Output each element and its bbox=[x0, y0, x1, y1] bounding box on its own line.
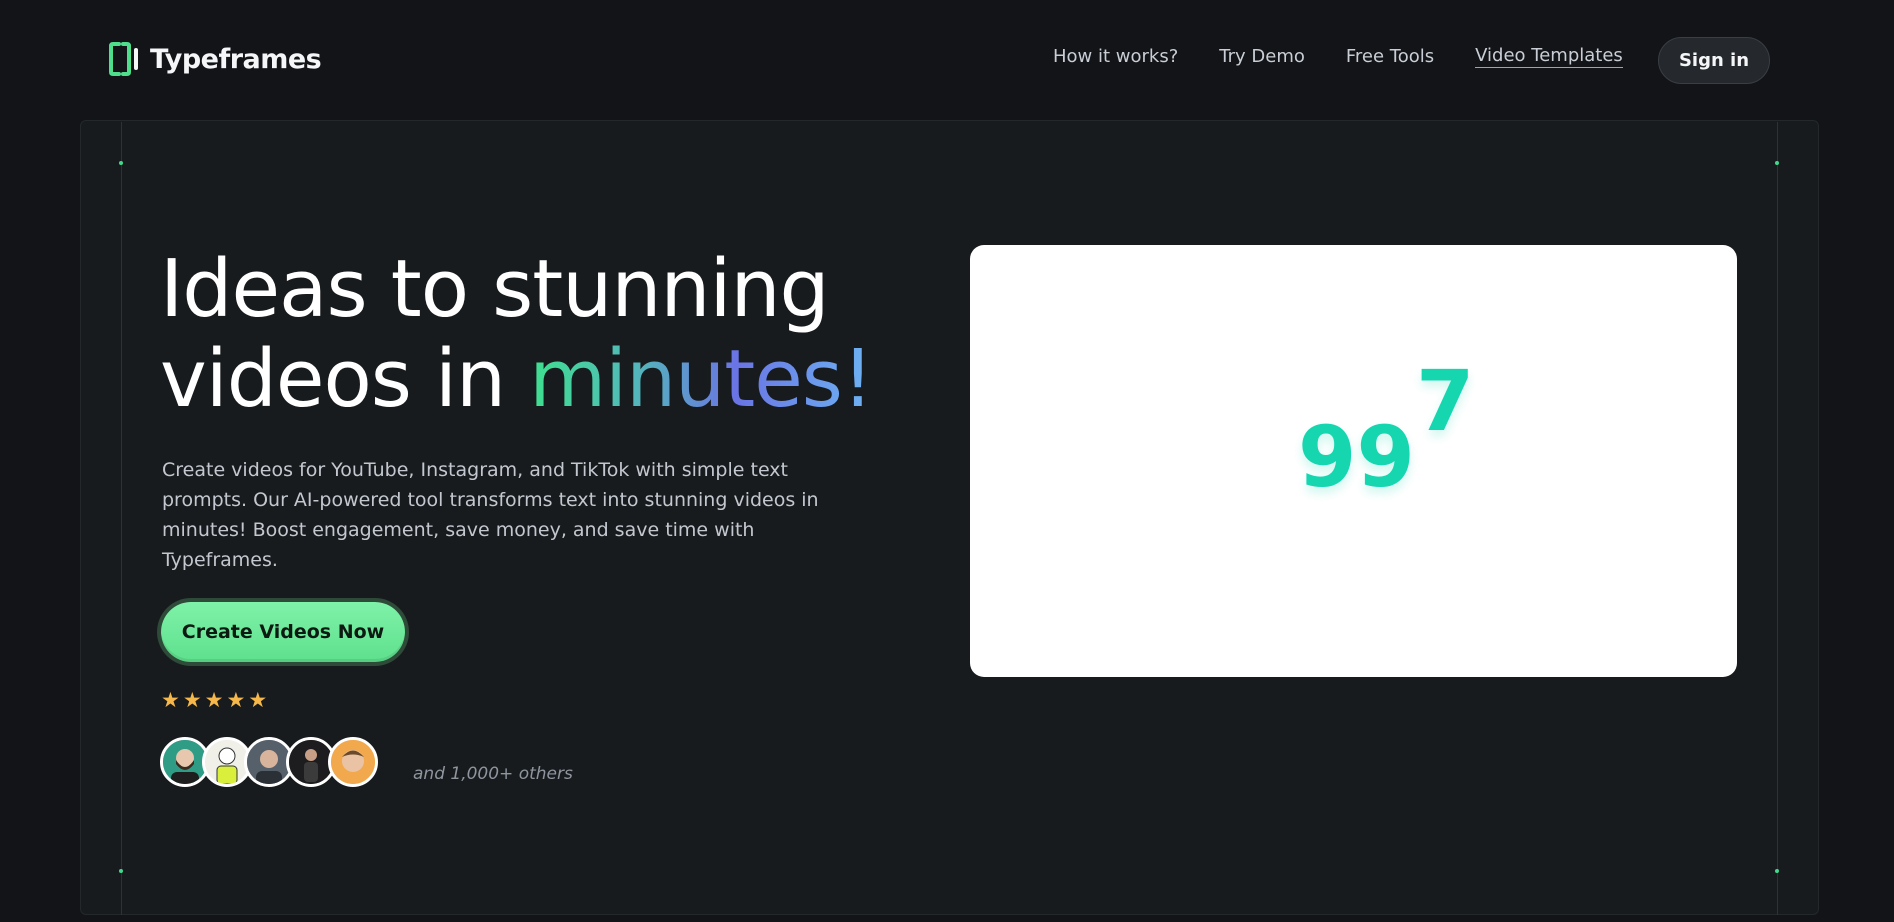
star-icon: ★ bbox=[204, 688, 224, 712]
sign-in-button[interactable]: Sign in bbox=[1658, 37, 1770, 84]
nav-video-templates[interactable]: Video Templates bbox=[1475, 45, 1623, 68]
star-icon: ★ bbox=[182, 688, 202, 712]
counter-superscript-value: 7 bbox=[1416, 352, 1475, 450]
headline-line-2-prefix: videos in bbox=[160, 333, 530, 425]
brand-name: Typeframes bbox=[150, 43, 322, 75]
guide-dot bbox=[1775, 869, 1779, 873]
guide-dot bbox=[1775, 161, 1779, 165]
headline-highlight: minutes! bbox=[529, 333, 873, 425]
hero-headline: Ideas to stunning videos in minutes! bbox=[160, 244, 960, 424]
create-videos-now-button[interactable]: Create Videos Now bbox=[161, 602, 405, 662]
guide-line-left bbox=[121, 122, 122, 915]
headline-line-1: Ideas to stunning bbox=[160, 243, 830, 335]
social-proof-text: and 1,000+ others bbox=[413, 764, 573, 784]
star-icon: ★ bbox=[248, 688, 268, 712]
avatar bbox=[328, 737, 378, 787]
typeframes-logo-icon bbox=[108, 40, 142, 78]
main-nav: How it works? Try Demo Free Tools Video … bbox=[1053, 45, 1623, 68]
rating-stars: ★ ★ ★ ★ ★ bbox=[161, 688, 267, 712]
nav-try-demo[interactable]: Try Demo bbox=[1219, 46, 1305, 67]
guide-dot bbox=[119, 161, 123, 165]
hero-description: Create videos for YouTube, Instagram, an… bbox=[162, 459, 819, 571]
guide-dot bbox=[119, 869, 123, 873]
star-icon: ★ bbox=[161, 688, 180, 712]
customer-avatars bbox=[160, 737, 378, 787]
nav-free-tools[interactable]: Free Tools bbox=[1346, 46, 1434, 67]
guide-line-right bbox=[1777, 122, 1778, 915]
counter-base-value: 99 bbox=[1298, 408, 1415, 506]
brand-logo[interactable]: Typeframes bbox=[108, 40, 322, 78]
star-icon: ★ bbox=[226, 688, 246, 712]
top-navigation-bar: Typeframes How it works? Try Demo Free T… bbox=[0, 0, 1894, 120]
nav-how-it-works[interactable]: How it works? bbox=[1053, 46, 1178, 67]
